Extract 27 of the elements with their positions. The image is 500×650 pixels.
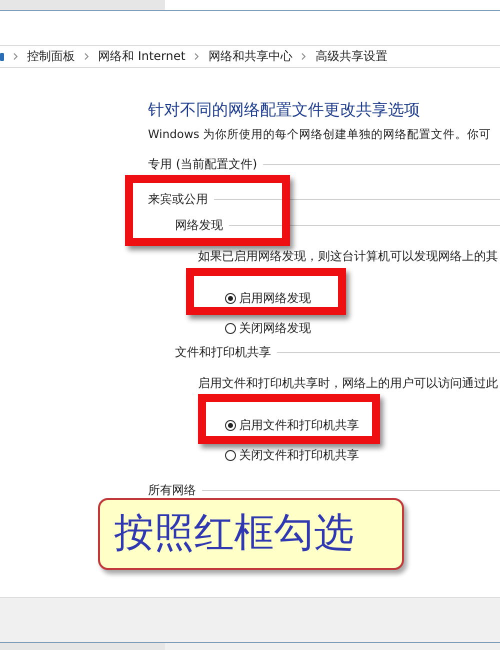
chevron-icon[interactable] (194, 53, 200, 60)
breadcrumb-link[interactable]: 网络和 Internet (98, 48, 186, 65)
radio-button[interactable] (225, 292, 236, 304)
breadcrumb-link[interactable]: 控制面板 (27, 48, 75, 65)
breadcrumb-link[interactable]: 高级共享设置 (315, 48, 388, 65)
chevron-icon[interactable] (84, 53, 89, 60)
intro-text: Windows 为你所使用的每个网络创建单独的网络配置文件。你可 (148, 126, 492, 142)
option-label[interactable]: 关闭文件和打印机共享 (239, 447, 359, 463)
instruction-callout: 按照红框勾选 (98, 498, 404, 570)
control-panel-icon[interactable] (0, 52, 4, 62)
description-text: 启用文件和打印机共享时，网络上的用户可以访问通过此 (198, 375, 499, 391)
page-heading: 针对不同的网络配置文件更改共享选项 (148, 100, 421, 120)
profile-header[interactable]: 所有网络 (148, 482, 196, 498)
radio-button[interactable] (225, 420, 236, 430)
profile-header[interactable]: 来宾或公用 (148, 191, 208, 207)
description-text: 如果已启用网络发现，则这台计算机可以发现网络上的其 (198, 248, 499, 264)
section-header[interactable]: 网络发现 (175, 217, 223, 233)
radio-button[interactable] (225, 322, 236, 334)
option-label[interactable]: 启用网络发现 (239, 290, 311, 306)
option-label[interactable]: 关闭网络发现 (239, 320, 311, 336)
option-label[interactable]: 启用文件和打印机共享 (239, 417, 359, 433)
breadcrumb-link[interactable]: 网络和共享中心 (208, 48, 292, 65)
chevron-icon[interactable] (13, 53, 18, 60)
chevron-icon[interactable] (301, 53, 306, 60)
profile-header[interactable]: 专用 (当前配置文件) (148, 156, 258, 172)
radio-button[interactable] (225, 450, 236, 460)
section-header[interactable]: 文件和打印机共享 (175, 344, 271, 360)
